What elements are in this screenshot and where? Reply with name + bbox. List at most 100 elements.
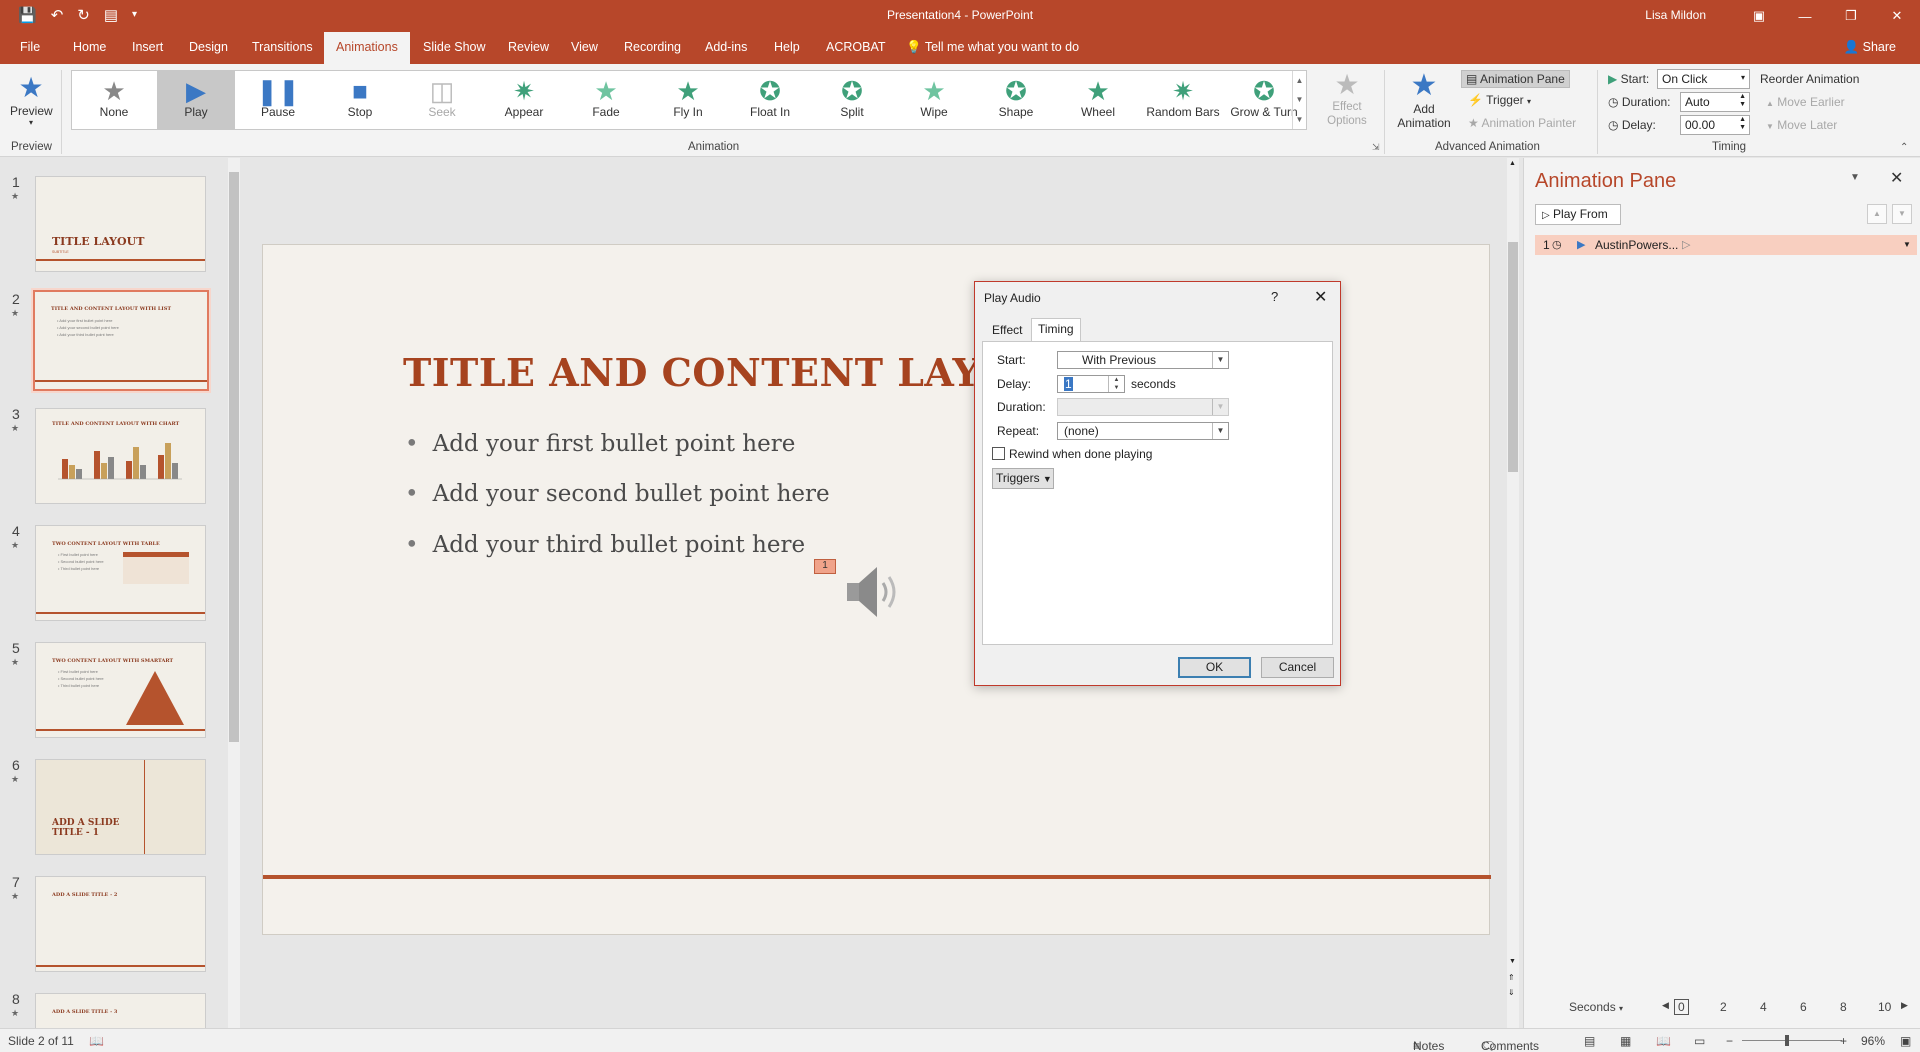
- ok-button[interactable]: OK: [1178, 657, 1251, 678]
- bullet-1[interactable]: Add your first bullet point here: [405, 431, 796, 457]
- rewind-checkbox[interactable]: [992, 447, 1005, 460]
- tab-acrobat[interactable]: ACROBAT: [826, 40, 886, 54]
- tab-review[interactable]: Review: [508, 40, 549, 54]
- delay-spinner[interactable]: 00.00 ▲ ▼: [1680, 115, 1750, 135]
- animation-star-icon: ★: [11, 191, 20, 201]
- tab-help[interactable]: Help: [774, 40, 800, 54]
- normal-view-icon[interactable]: ▤: [1584, 1034, 1595, 1048]
- help-icon[interactable]: ?: [1271, 289, 1278, 304]
- slideshow-icon[interactable]: ▭: [1694, 1034, 1705, 1048]
- zoom-level[interactable]: 96%: [1861, 1034, 1885, 1048]
- tab-home[interactable]: Home: [73, 40, 106, 54]
- anim-pause[interactable]: ❚❚ Pause: [239, 71, 317, 129]
- tab-design[interactable]: Design: [189, 40, 228, 54]
- zoom-in-icon[interactable]: +: [1840, 1034, 1847, 1048]
- slide-thumbnail-3[interactable]: TITLE AND CONTENT LAYOUT WITH CHART: [35, 408, 206, 504]
- duration-spinner[interactable]: Auto ▲ ▼: [1680, 92, 1750, 112]
- play-from-button[interactable]: ▷ Play From: [1535, 204, 1621, 225]
- start-dropdown[interactable]: On Click ▾: [1657, 69, 1750, 89]
- anim-random-bars[interactable]: ✷ Random Bars: [1141, 71, 1225, 129]
- zoom-slider-handle[interactable]: [1785, 1035, 1789, 1046]
- tab-recording[interactable]: Recording: [624, 40, 681, 54]
- slide-thumbnail-6[interactable]: ADD A SLIDE TITLE - 1: [35, 759, 206, 855]
- triggers-button[interactable]: Triggers ▼: [992, 468, 1054, 489]
- preview-button[interactable]: ★ Preview ▾: [10, 72, 53, 127]
- pane-options-icon[interactable]: ▼: [1850, 172, 1860, 183]
- spelling-icon[interactable]: 📖: [89, 1034, 104, 1048]
- anim-appear[interactable]: ✷ Appear: [485, 71, 563, 129]
- more-icon[interactable]: ▼: [1296, 115, 1304, 124]
- speaker-icon[interactable]: [843, 563, 905, 621]
- scroll-down-icon[interactable]: ▼: [1509, 958, 1516, 965]
- anim-play[interactable]: ▶ Play: [157, 71, 235, 129]
- close-window-icon[interactable]: ✕: [1874, 0, 1920, 32]
- thumbnails-scrollbar[interactable]: [228, 158, 240, 1028]
- slide-thumbnail-7[interactable]: ADD A SLIDE TITLE - 2: [35, 876, 206, 972]
- slide-sorter-icon[interactable]: ▦: [1620, 1034, 1631, 1048]
- duration-label: ◷ Duration:: [1608, 95, 1671, 109]
- slide-thumbnail-4[interactable]: TWO CONTENT LAYOUT WITH TABLE • First bu…: [35, 525, 206, 621]
- tab-file[interactable]: File: [20, 40, 40, 54]
- chevron-down-icon[interactable]: ▼: [1903, 240, 1911, 249]
- add-animation-button[interactable]: ★ Add Animation: [1393, 70, 1455, 131]
- gallery-scroll[interactable]: ▲ ▼ ▼: [1292, 71, 1306, 129]
- slide-scrollbar[interactable]: ▲ ▼ ⇑ ⇓: [1507, 158, 1519, 1028]
- anim-fly-in[interactable]: ★ Fly In: [649, 71, 727, 129]
- anim-fade[interactable]: ★ Fade: [567, 71, 645, 129]
- delay-input[interactable]: 1 ▲ ▼: [1057, 375, 1125, 393]
- anim-none[interactable]: ★ None: [75, 71, 153, 129]
- chevron-right-icon[interactable]: ▶: [1901, 1000, 1908, 1011]
- dialog-launcher-icon[interactable]: ⇲: [1372, 142, 1380, 153]
- bullet-2[interactable]: Add your second bullet point here: [405, 481, 830, 507]
- rewind-label[interactable]: Rewind when done playing: [1009, 447, 1152, 461]
- reading-view-icon[interactable]: 📖: [1656, 1034, 1671, 1048]
- tab-animations[interactable]: Animations: [324, 32, 410, 64]
- share-button[interactable]: 👤 Share: [1844, 40, 1896, 55]
- tab-transitions[interactable]: Transitions: [252, 40, 313, 54]
- close-icon[interactable]: ✕: [1314, 287, 1327, 307]
- tell-me-search[interactable]: 💡 Tell me what you want to do: [906, 40, 1079, 55]
- ribbon-display-icon[interactable]: ▣: [1736, 0, 1782, 32]
- tab-timing[interactable]: Timing: [1031, 318, 1081, 342]
- slide-thumbnail-5[interactable]: TWO CONTENT LAYOUT WITH SMARTART • First…: [35, 642, 206, 738]
- animation-pane-button[interactable]: ▤ Animation Pane: [1461, 70, 1570, 88]
- start-select[interactable]: With Previous ▼: [1057, 351, 1229, 369]
- trigger-button[interactable]: ⚡ Trigger ▾: [1468, 93, 1531, 107]
- restore-icon[interactable]: ❐: [1828, 0, 1874, 32]
- next-slide-icon[interactable]: ⇓: [1508, 988, 1515, 997]
- seconds-dropdown[interactable]: Seconds ▾: [1569, 1000, 1623, 1014]
- chevron-left-icon[interactable]: ◀: [1662, 1000, 1669, 1011]
- prev-slide-icon[interactable]: ⇑: [1508, 973, 1515, 982]
- anim-float-in[interactable]: ✪ Float In: [731, 71, 809, 129]
- anim-shape[interactable]: ✪ Shape: [977, 71, 1055, 129]
- zoom-out-icon[interactable]: −: [1726, 1034, 1733, 1048]
- anim-wipe[interactable]: ★ Wipe: [895, 71, 973, 129]
- slide-thumbnail-8[interactable]: ADD A SLIDE TITLE - 3: [35, 993, 206, 1028]
- spinner-icon[interactable]: ▲ ▼: [1108, 376, 1124, 392]
- close-icon[interactable]: ✕: [1890, 168, 1903, 188]
- scroll-up-icon[interactable]: ▲: [1509, 160, 1516, 167]
- animation-order-tag[interactable]: 1: [814, 559, 836, 574]
- chevron-up-icon[interactable]: ▲: [1296, 76, 1304, 85]
- bullet-3[interactable]: Add your third bullet point here: [405, 532, 806, 558]
- anim-wheel[interactable]: ★ Wheel: [1059, 71, 1137, 129]
- slide-thumbnail-2[interactable]: TITLE AND CONTENT LAYOUT WITH LIST • Add…: [31, 288, 211, 393]
- slide-thumbnail-1[interactable]: TITLE LAYOUT SUBTITLE: [35, 176, 206, 272]
- person-icon: 👤: [1843, 40, 1860, 54]
- repeat-select[interactable]: (none) ▼: [1057, 422, 1229, 440]
- collapse-ribbon-icon[interactable]: ⌃: [1900, 142, 1908, 153]
- user-name[interactable]: Lisa Mildon: [1645, 8, 1706, 22]
- fit-to-window-icon[interactable]: ▣: [1900, 1034, 1911, 1048]
- cancel-button[interactable]: Cancel: [1261, 657, 1334, 678]
- tab-effect[interactable]: Effect: [986, 320, 1028, 340]
- tab-insert[interactable]: Insert: [132, 40, 163, 54]
- animation-list-item[interactable]: 1 ◷ ▶ AustinPowers... ▷ ▼: [1535, 235, 1917, 255]
- tab-slide-show[interactable]: Slide Show: [423, 40, 486, 54]
- zoom-slider[interactable]: [1742, 1040, 1842, 1041]
- tab-view[interactable]: View: [571, 40, 598, 54]
- chevron-down-icon[interactable]: ▼: [1296, 95, 1304, 104]
- anim-stop[interactable]: ■ Stop: [321, 71, 399, 129]
- anim-split[interactable]: ✪ Split: [813, 71, 891, 129]
- minimize-icon[interactable]: —: [1782, 0, 1828, 32]
- tab-add-ins[interactable]: Add-ins: [705, 40, 747, 54]
